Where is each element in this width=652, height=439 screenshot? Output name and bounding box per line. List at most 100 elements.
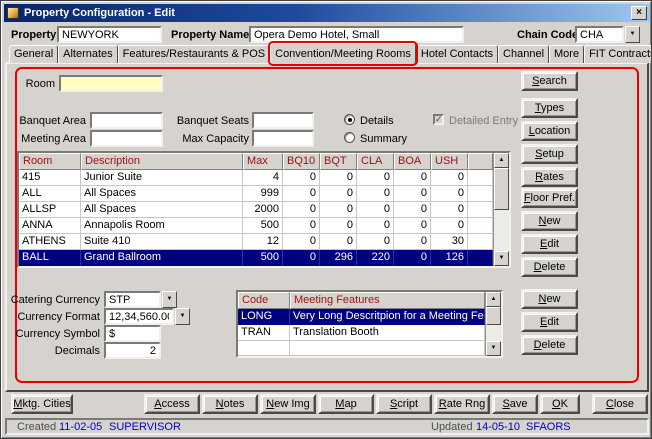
summary-radio-label: Summary: [360, 133, 407, 145]
features-table-row[interactable]: TRAN Translation Booth: [238, 325, 485, 341]
rooms-edit-button[interactable]: Edit: [521, 234, 578, 254]
detailed-entry-checkbox[interactable]: ✓: [433, 114, 444, 125]
types-button[interactable]: Types: [521, 98, 578, 118]
rooms-table-scrollbar[interactable]: ▲ ▼: [493, 153, 509, 266]
catering-currency-input[interactable]: [104, 291, 161, 308]
created-date: 11-02-05: [59, 421, 102, 433]
cell-bq10: 0: [283, 202, 320, 218]
map-button[interactable]: Map: [318, 394, 374, 414]
cell-ush: 0: [431, 186, 468, 202]
updated-by: SFAORS: [526, 421, 571, 433]
cell-description: Junior Suite: [81, 170, 243, 186]
floor-pref-button[interactable]: Floor Pref.: [521, 188, 578, 208]
radio-dot-icon: [348, 118, 352, 122]
new-img-button[interactable]: New Img: [260, 394, 316, 414]
property-name-input[interactable]: [249, 26, 464, 43]
property-input[interactable]: [57, 26, 162, 43]
column-header-room[interactable]: Room: [19, 153, 81, 170]
tab-fit-contracts[interactable]: FIT Contracts: [584, 45, 652, 63]
meeting-area-input[interactable]: [90, 130, 163, 147]
tab-alternates[interactable]: Alternates: [58, 45, 118, 63]
cell-filler: [468, 202, 493, 218]
mktg-cities-button[interactable]: Mktg. Cities: [11, 394, 73, 414]
rates-button[interactable]: Rates: [521, 167, 578, 187]
scroll-thumb[interactable]: [486, 307, 501, 325]
rooms-table-row-selected[interactable]: BALL Grand Ballroom 500 0 296 220 0 126: [19, 250, 493, 266]
decimals-input[interactable]: [104, 342, 161, 359]
decimals-label: Decimals: [5, 345, 100, 357]
search-button[interactable]: Search: [521, 71, 578, 91]
column-header-code[interactable]: Code: [238, 292, 290, 309]
rooms-delete-button[interactable]: Delete: [521, 257, 578, 277]
room-input[interactable]: [59, 75, 163, 92]
tab-general[interactable]: General: [9, 45, 58, 63]
cell-room: ALLSP: [19, 202, 81, 218]
column-header-meeting-features[interactable]: Meeting Features: [290, 292, 485, 309]
features-table-scrollbar[interactable]: ▲ ▼: [485, 292, 501, 356]
currency-symbol-input[interactable]: [104, 325, 161, 342]
banquet-seats-label: Banquet Seats: [175, 115, 249, 127]
column-header-ush[interactable]: USH: [431, 153, 468, 170]
cell-boa: 0: [394, 218, 431, 234]
cell-meeting-feature: Translation Booth: [290, 325, 485, 341]
scroll-down-button[interactable]: ▼: [494, 251, 509, 266]
catering-currency-lov-button[interactable]: ▼: [162, 291, 177, 308]
rooms-table-row[interactable]: ALLSP All Spaces 2000 0 0 0 0 0: [19, 202, 493, 218]
currency-format-lov-button[interactable]: ▼: [175, 308, 190, 325]
rooms-new-button[interactable]: New: [521, 211, 578, 231]
cell-ush: 126: [431, 250, 468, 266]
cell-room: ATHENS: [19, 234, 81, 250]
column-header-boa[interactable]: BOA: [394, 153, 431, 170]
title-bar[interactable]: Property Configuration - Edit ×: [4, 4, 650, 22]
features-edit-button[interactable]: Edit: [521, 312, 578, 332]
scroll-up-button[interactable]: ▲: [486, 292, 501, 307]
column-header-max[interactable]: Max: [243, 153, 283, 170]
tab-more[interactable]: More: [549, 45, 584, 63]
cell-filler: [468, 234, 493, 250]
banquet-area-input[interactable]: [90, 112, 163, 129]
window-title: Property Configuration - Edit: [24, 7, 175, 19]
scroll-thumb[interactable]: [494, 168, 509, 210]
rooms-table-row[interactable]: 415 Junior Suite 4 0 0 0 0 0: [19, 170, 493, 186]
cell-meeting-feature: Very Long Descritpion for a Meeting Feat…: [290, 309, 485, 325]
tab-channel[interactable]: Channel: [498, 45, 549, 63]
column-header-cla[interactable]: CLA: [357, 153, 394, 170]
scroll-up-button[interactable]: ▲: [494, 153, 509, 168]
notes-button[interactable]: Notes: [202, 394, 258, 414]
cell-max: 4: [243, 170, 283, 186]
features-delete-button[interactable]: Delete: [521, 335, 578, 355]
summary-radio[interactable]: [344, 132, 355, 143]
scroll-down-button[interactable]: ▼: [486, 341, 501, 356]
setup-button[interactable]: Setup: [521, 144, 578, 164]
room-label: Room: [19, 78, 55, 90]
cell-boa: 0: [394, 250, 431, 266]
currency-format-input[interactable]: [104, 308, 174, 325]
cell-filler: [468, 250, 493, 266]
chain-code-lov-button[interactable]: ▼: [625, 26, 640, 43]
rooms-table-row[interactable]: ATHENS Suite 410 12 0 0 0 0 30: [19, 234, 493, 250]
features-table-row-selected[interactable]: LONG Very Long Descritpion for a Meeting…: [238, 309, 485, 325]
tab-convention-meeting-rooms[interactable]: Convention/Meeting Rooms: [270, 43, 416, 64]
features-new-button[interactable]: New: [521, 289, 578, 309]
access-button[interactable]: Access: [144, 394, 200, 414]
save-button[interactable]: Save: [492, 394, 538, 414]
close-button[interactable]: ×: [631, 6, 647, 20]
max-capacity-input[interactable]: [252, 130, 314, 147]
arrow-up-icon: ▲: [491, 296, 497, 302]
rooms-table-row[interactable]: ANNA Annapolis Room 500 0 0 0 0 0: [19, 218, 493, 234]
details-radio[interactable]: [344, 114, 355, 125]
ok-button[interactable]: OK: [540, 394, 580, 414]
tab-hotel-contacts[interactable]: Hotel Contacts: [416, 45, 498, 63]
cell-filler: [468, 218, 493, 234]
column-header-bq10[interactable]: BQ10: [283, 153, 320, 170]
script-button[interactable]: Script: [376, 394, 432, 414]
location-button[interactable]: Location: [521, 121, 578, 141]
column-header-bqt[interactable]: BQT: [320, 153, 357, 170]
tab-features-restaurants-pos[interactable]: Features/Restaurants & POS: [118, 45, 270, 63]
rooms-table-row[interactable]: ALL All Spaces 999 0 0 0 0 0: [19, 186, 493, 202]
column-header-description[interactable]: Description: [81, 153, 243, 170]
chain-code-input[interactable]: [575, 26, 624, 43]
rate-rng-button[interactable]: Rate Rng: [434, 394, 490, 414]
banquet-seats-input[interactable]: [252, 112, 314, 129]
close-window-button[interactable]: Close: [592, 394, 648, 414]
